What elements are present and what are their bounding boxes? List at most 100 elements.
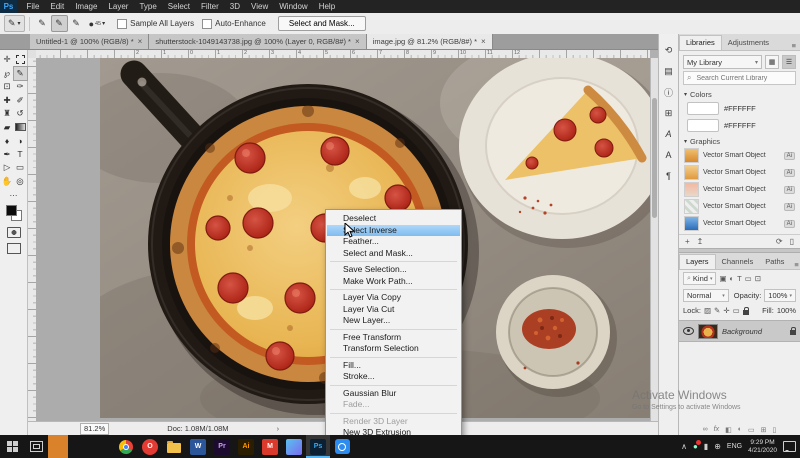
shape-tool[interactable]: ▭: [14, 161, 27, 175]
lock-position-icon[interactable]: ✛: [723, 306, 729, 315]
new-selection-button[interactable]: ✎: [34, 15, 51, 32]
zoom-level-field[interactable]: 81.2%: [80, 423, 109, 435]
filter-smart-object-icon[interactable]: ⊡: [755, 274, 761, 283]
library-asset-row[interactable]: Vector Smart Object Ai: [679, 181, 800, 198]
menu-item-free-transform[interactable]: Free Transform: [327, 332, 460, 344]
sync-icon[interactable]: ⟳: [776, 237, 783, 246]
menu-item-save-selection[interactable]: Save Selection...: [327, 264, 460, 276]
info-panel-icon[interactable]: ⓘ: [662, 86, 676, 98]
menu-type[interactable]: Type: [134, 0, 162, 13]
clone-stamp-tool[interactable]: ♜: [1, 107, 14, 121]
visibility-eye-icon[interactable]: [683, 327, 694, 335]
upload-icon[interactable]: ↥: [697, 237, 704, 246]
glyphs-panel-icon[interactable]: A: [662, 128, 676, 140]
lock-artboard-icon[interactable]: ▭: [733, 306, 740, 315]
library-asset-row[interactable]: Vector Smart Object Ai: [679, 198, 800, 215]
action-center-icon[interactable]: [783, 441, 796, 452]
trash-icon[interactable]: ▯: [790, 237, 794, 246]
subtract-from-selection-button[interactable]: ✎: [68, 15, 85, 32]
tab-libraries[interactable]: Libraries: [679, 35, 722, 50]
swatches-panel-icon[interactable]: ▤: [662, 65, 676, 77]
tab-layers[interactable]: Layers: [679, 254, 716, 269]
lasso-tool[interactable]: ℘: [1, 67, 14, 81]
menu-layer[interactable]: Layer: [103, 0, 134, 13]
menu-item-layer-via-copy[interactable]: Layer Via Copy: [327, 292, 460, 304]
zoom-tool[interactable]: ◎: [14, 175, 27, 189]
pen-tool[interactable]: ✒: [1, 148, 14, 162]
tray-battery-icon[interactable]: ▮: [704, 442, 708, 451]
select-and-mask-button[interactable]: Select and Mask...: [278, 16, 366, 31]
filter-shape-icon[interactable]: ▭: [745, 274, 752, 283]
close-icon[interactable]: ×: [355, 37, 360, 46]
lock-transparency-icon[interactable]: ▨: [704, 306, 711, 315]
menu-edit[interactable]: Edit: [45, 0, 70, 13]
tray-notification-icon[interactable]: ●: [693, 442, 698, 451]
tab-untitled-1[interactable]: Untitled-1 @ 100% (RGB/8) * ×: [30, 34, 149, 49]
history-brush-tool[interactable]: ↺: [14, 107, 27, 121]
taskbar-word[interactable]: W: [186, 435, 210, 458]
foreground-color-chip[interactable]: [6, 205, 17, 216]
start-button[interactable]: [0, 435, 24, 458]
filter-adjustment-icon[interactable]: ◐: [730, 274, 735, 283]
menu-window[interactable]: Window: [274, 0, 313, 13]
filter-pixel-icon[interactable]: ▣: [719, 274, 726, 283]
colors-section-header[interactable]: ▾ Colors: [679, 87, 800, 100]
add-to-selection-button[interactable]: ✎: [51, 15, 68, 32]
blur-tool[interactable]: ♦: [1, 134, 14, 148]
library-asset-row[interactable]: Vector Smart Object Ai: [679, 164, 800, 181]
menu-help[interactable]: Help: [313, 0, 340, 13]
screen-mode-button[interactable]: [7, 243, 21, 254]
link-layers-icon[interactable]: ∞: [703, 426, 708, 434]
delete-layer-icon[interactable]: ▯: [772, 426, 776, 434]
menu-3d[interactable]: 3D: [224, 0, 245, 13]
tab-adjustments[interactable]: Adjustments: [722, 36, 775, 50]
canvas-scrollbar[interactable]: [650, 58, 658, 421]
library-search[interactable]: ⌕: [683, 71, 796, 85]
taskbar-clock[interactable]: 9:29 PM 4/21/2020: [748, 439, 777, 455]
brush-size-picker[interactable]: ● 45 ▾: [89, 19, 106, 29]
opacity-select[interactable]: 100% ▾: [764, 289, 796, 302]
eyedropper-tool[interactable]: ✑: [14, 80, 27, 94]
tool-preset-picker[interactable]: ✎ ▾: [4, 15, 25, 32]
character-panel-icon[interactable]: A: [662, 149, 676, 161]
graphics-section-header[interactable]: ▾ Graphics: [679, 134, 800, 147]
taskbar-paint3d[interactable]: [282, 435, 306, 458]
menu-item-new-layer[interactable]: New Layer...: [327, 315, 460, 327]
layer-style-icon[interactable]: fx: [714, 426, 719, 434]
tray-network-icon[interactable]: ⊕: [714, 442, 721, 451]
close-icon[interactable]: ×: [481, 37, 486, 46]
taskbar-premiere[interactable]: Pr: [210, 435, 234, 458]
color-asset-row[interactable]: #FFFFFF: [679, 117, 800, 134]
auto-enhance-checkbox[interactable]: Auto-Enhance: [202, 19, 266, 29]
layer-lock-icon[interactable]: [790, 330, 796, 335]
taskbar-opera[interactable]: O: [138, 435, 162, 458]
quick-selection-tool[interactable]: ✎: [14, 67, 27, 81]
search-input[interactable]: [694, 74, 788, 83]
brush-tool[interactable]: ✐: [14, 94, 27, 108]
filter-type-icon[interactable]: T: [737, 274, 742, 283]
blend-mode-select[interactable]: Normal ▾: [683, 289, 729, 302]
language-indicator[interactable]: ENG: [727, 443, 742, 450]
menu-file[interactable]: File: [21, 0, 45, 13]
paragraph-panel-icon[interactable]: ¶: [662, 170, 676, 182]
gradient-tool[interactable]: [14, 121, 27, 135]
dodge-tool[interactable]: ◑: [14, 134, 27, 148]
menu-item-gaussian-blur[interactable]: Gaussian Blur: [327, 388, 460, 400]
tab-shutterstock[interactable]: shutterstock-1049143738.jpg @ 100% (Laye…: [149, 34, 366, 49]
type-tool[interactable]: T: [14, 148, 27, 162]
hand-tool[interactable]: ✋: [1, 175, 14, 189]
new-layer-icon[interactable]: ⊞: [761, 426, 767, 434]
scrollbar-thumb[interactable]: [652, 98, 657, 218]
color-asset-row[interactable]: #FFFFFF: [679, 100, 800, 117]
kind-filter-select[interactable]: ⌕ Kind ▾: [683, 272, 716, 285]
taskbar-app-orange[interactable]: [48, 435, 68, 458]
edit-toolbar-button[interactable]: ⋯: [10, 191, 18, 200]
healing-brush-tool[interactable]: ✚: [1, 94, 14, 108]
move-tool[interactable]: ✛: [1, 53, 14, 67]
menu-item-fill[interactable]: Fill...: [327, 360, 460, 372]
path-selection-tool[interactable]: ▷: [1, 161, 14, 175]
tab-paths[interactable]: Paths: [759, 255, 790, 269]
layer-thumbnail[interactable]: [698, 324, 718, 339]
library-asset-row[interactable]: Vector Smart Object Ai: [679, 147, 800, 164]
menu-image[interactable]: Image: [70, 0, 103, 13]
